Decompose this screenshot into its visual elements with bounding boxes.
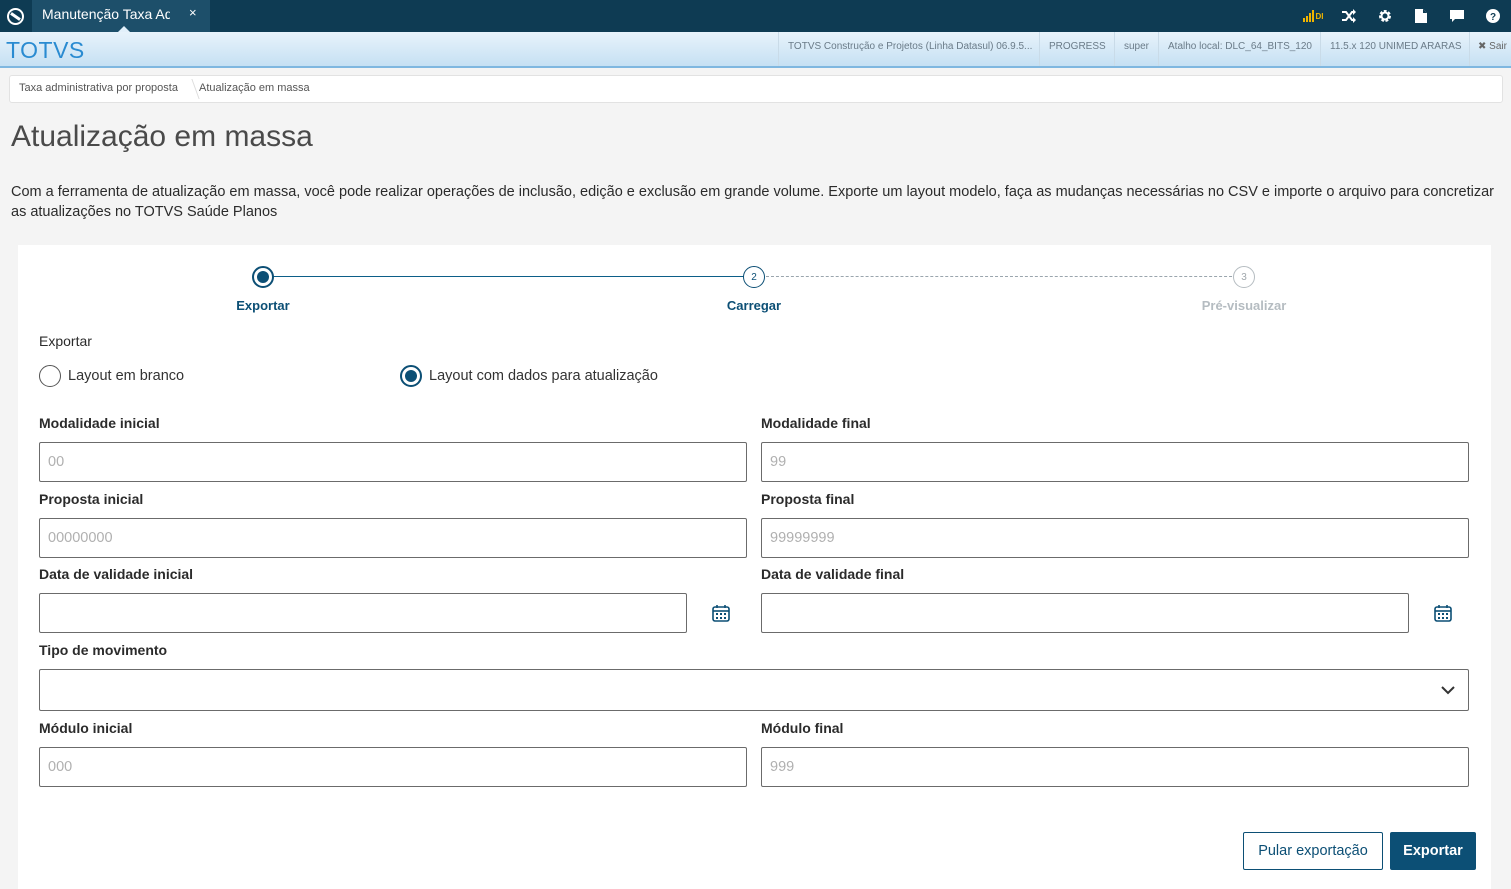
logout-button[interactable]: ✖ Sair: [1469, 32, 1507, 66]
radio-layout-em-branco[interactable]: Layout em branco: [39, 365, 184, 387]
shortcut-info: Atalho local: DLC_64_BITS_120: [1158, 32, 1312, 66]
app-header: TOTVS TOTVS Construção e Projetos (Linha…: [0, 32, 1511, 68]
step-2-indicator[interactable]: 2: [743, 266, 765, 288]
data-validade-inicial-input[interactable]: [39, 593, 687, 633]
breadcrumb-item-atualizacao: Atualização em massa: [199, 82, 310, 94]
breadcrumb-separator: [178, 79, 200, 99]
label-modalidade-final: Modalidade final: [761, 415, 871, 431]
modalidade-final-input[interactable]: [761, 442, 1469, 482]
signal-icon[interactable]: DI: [1295, 0, 1331, 32]
chat-icon[interactable]: [1439, 0, 1475, 32]
label-data-validade-final: Data de validade final: [761, 566, 905, 582]
label-modulo-final: Módulo final: [761, 720, 844, 736]
svg-text:?: ?: [1490, 12, 1496, 23]
page-description: Com a ferramenta de atualização em massa…: [11, 184, 1495, 220]
help-icon[interactable]: ?: [1475, 0, 1511, 32]
label-proposta-inicial: Proposta inicial: [39, 491, 144, 507]
radio-label: Layout com dados para atualização: [429, 368, 658, 384]
step-1-indicator[interactable]: [252, 266, 274, 288]
section-title: Exportar: [39, 333, 92, 349]
signal-text: DI: [1315, 11, 1324, 21]
label-tipo-movimento: Tipo de movimento: [39, 642, 168, 658]
radio-label: Layout em branco: [68, 368, 185, 384]
brand-logo: TOTVS: [6, 37, 85, 63]
tipo-movimento-select[interactable]: [39, 669, 1469, 711]
gear-icon[interactable]: [1367, 0, 1403, 32]
product-info: TOTVS Construção e Projetos (Linha Datas…: [778, 32, 1032, 66]
label-data-validade-inicial: Data de validade inicial: [39, 566, 194, 582]
label-proposta-final: Proposta final: [761, 491, 855, 507]
close-icon[interactable]: ×: [189, 5, 197, 20]
page-title: Atualização em massa: [11, 120, 313, 153]
label-modalidade-inicial: Modalidade inicial: [39, 415, 160, 431]
proposta-final-input[interactable]: [761, 518, 1469, 558]
data-validade-final-input[interactable]: [761, 593, 1409, 633]
radio-circle-selected[interactable]: [400, 365, 422, 387]
step-label-pre-visualizar: Pré-visualizar: [1201, 298, 1287, 313]
modalidade-inicial-input[interactable]: [39, 442, 747, 482]
radio-layout-com-dados[interactable]: Layout com dados para atualização: [400, 365, 658, 387]
shuffle-icon[interactable]: [1331, 0, 1367, 32]
document-icon[interactable]: [1403, 0, 1439, 32]
breadcrumb: Taxa administrativa por proposta Atualiz…: [9, 75, 1503, 103]
tab-title: Manutenção Taxa Adm: [42, 6, 170, 22]
calendar-icon[interactable]: [1434, 604, 1452, 622]
top-bar: Manutenção Taxa Adm × DI ?: [0, 0, 1511, 32]
breadcrumb-item-taxa[interactable]: Taxa administrativa por proposta: [19, 82, 178, 94]
radio-circle[interactable]: [39, 365, 61, 387]
app-logo-icon[interactable]: [0, 0, 30, 32]
modulo-final-input[interactable]: [761, 747, 1469, 787]
database-info: PROGRESS: [1039, 32, 1106, 66]
label-modulo-inicial: Módulo inicial: [39, 720, 133, 736]
step-3-indicator: 3: [1233, 266, 1255, 288]
proposta-inicial-input[interactable]: [39, 518, 747, 558]
step-label-carregar[interactable]: Carregar: [694, 298, 814, 313]
version-info: 11.5.x 120 UNIMED ARARAS: [1320, 32, 1462, 66]
wizard-card: 2 3 Exportar Carregar Pré-visualizar Exp…: [18, 245, 1491, 889]
stepper-line-pending: [766, 276, 1242, 277]
chevron-down-icon: [1441, 686, 1455, 695]
skip-export-button[interactable]: Pular exportação: [1243, 832, 1383, 870]
stepper-line-done: [263, 276, 753, 277]
calendar-icon[interactable]: [712, 604, 730, 622]
step-label-exportar[interactable]: Exportar: [203, 298, 323, 313]
tab-manutencao-taxa[interactable]: Manutenção Taxa Adm ×: [32, 0, 210, 32]
modulo-inicial-input[interactable]: [39, 747, 747, 787]
export-button[interactable]: Exportar: [1390, 832, 1476, 870]
user-info: super: [1114, 32, 1149, 66]
